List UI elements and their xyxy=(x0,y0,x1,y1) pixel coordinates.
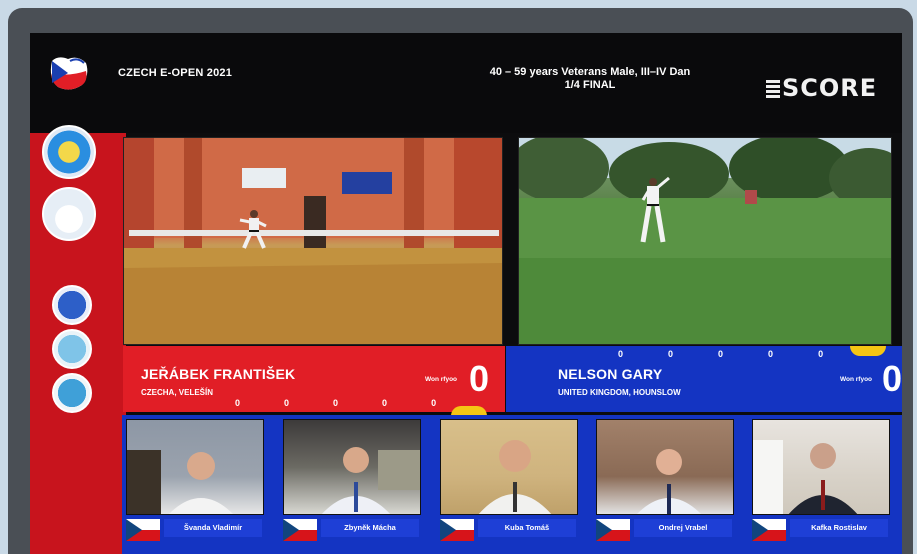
judge-score: 0 xyxy=(431,398,437,408)
judge-panel: Kafka Rostislav xyxy=(752,419,890,543)
red-won-label: Won rfyoo xyxy=(425,376,458,383)
judge-camera xyxy=(596,419,734,515)
header-bar: CZECH E-OPEN 2021 40 – 59 years Veterans… xyxy=(30,33,902,133)
judge-name: Kafka Rostislav xyxy=(790,519,888,537)
judge-score: 0 xyxy=(818,349,824,359)
czech-flag-icon xyxy=(440,519,474,541)
judge-score: 0 xyxy=(618,349,624,359)
red-scoreboard: JEŘÁBEK FRANTIŠEK CZECHA, VELEŠÍN Won rf… xyxy=(123,346,505,416)
continental-logo-icon xyxy=(52,329,92,369)
bars-icon xyxy=(766,80,780,98)
judge-camera xyxy=(126,419,264,515)
judge-camera xyxy=(440,419,578,515)
blue-competitor-video xyxy=(518,137,892,345)
judge-figure xyxy=(478,440,552,514)
judge-score: 0 xyxy=(768,349,774,359)
czech-flag-icon xyxy=(283,519,317,541)
judge-score: 0 xyxy=(333,398,339,408)
wkf-logo-icon xyxy=(42,125,96,179)
czech-flag-icon xyxy=(126,519,160,541)
continental-logo-icon xyxy=(52,285,92,325)
judge-figure xyxy=(321,447,420,514)
blue-fighter-country: UNITED KINGDOM, HOUNSLOW xyxy=(558,388,681,397)
blue-total-score: 0 xyxy=(882,358,902,399)
brand-text: SCORE xyxy=(782,74,878,102)
judge-name: Švanda Vladimír xyxy=(164,519,262,537)
judge-camera xyxy=(752,419,890,515)
blue-judge-scores: 0 0 0 0 0 xyxy=(618,349,823,359)
judge-name: Zbyněk Mácha xyxy=(321,519,419,537)
federation-flag-icon xyxy=(50,57,88,90)
red-fighter-country: CZECHA, VELEŠÍN xyxy=(141,388,214,397)
judge-panel: Zbyněk Mácha xyxy=(283,419,421,543)
garden-scene xyxy=(519,138,891,344)
judge-score: 0 xyxy=(382,398,388,408)
blue-fighter-name: NELSON GARY xyxy=(558,366,663,382)
eko-logo-icon xyxy=(42,187,96,241)
broadcast-screen: CZECH E-OPEN 2021 40 – 59 years Veterans… xyxy=(30,33,902,554)
dojo-scene xyxy=(124,138,502,344)
judge-camera xyxy=(283,419,421,515)
blue-won-label: Won rfyoo xyxy=(840,376,873,383)
red-fighter-name: JEŘÁBEK FRANTIŠEK xyxy=(141,366,296,382)
red-judge-scores: 0 0 0 0 0 xyxy=(235,398,436,408)
judge-name: Ondrej Vrabel xyxy=(634,519,732,537)
red-competitor-video xyxy=(123,137,503,345)
czech-flag-icon xyxy=(752,519,786,541)
event-title: CZECH E-OPEN 2021 xyxy=(118,67,233,79)
judge-figure xyxy=(127,450,233,514)
judge-panel: Ondrej Vrabel xyxy=(596,419,734,543)
judge-name: Kuba Tomáš xyxy=(478,519,576,537)
czech-flag-icon xyxy=(596,519,630,541)
judge-score: 0 xyxy=(235,398,241,408)
blue-indicator xyxy=(850,346,886,356)
judge-score: 0 xyxy=(668,349,674,359)
category-line: 40 – 59 years Veterans Male, III–IV Dan xyxy=(489,66,691,78)
judge-panel: Švanda Vladimír xyxy=(126,419,264,543)
round-label: 1/4 FINAL xyxy=(564,79,616,91)
judge-figure xyxy=(753,440,858,514)
judge-figure xyxy=(637,449,701,514)
iscore-logo: SCORE xyxy=(766,74,877,102)
match-category: 40 – 59 years Veterans Male, III–IV Dan … xyxy=(430,66,750,92)
judge-panel: Kuba Tomáš xyxy=(440,419,578,543)
judge-score: 0 xyxy=(284,398,290,408)
continental-logo-icon xyxy=(52,373,92,413)
blue-scoreboard: NELSON GARY UNITED KINGDOM, HOUNSLOW Won… xyxy=(506,346,902,412)
judge-score: 0 xyxy=(718,349,724,359)
red-total-score: 0 xyxy=(469,358,490,399)
